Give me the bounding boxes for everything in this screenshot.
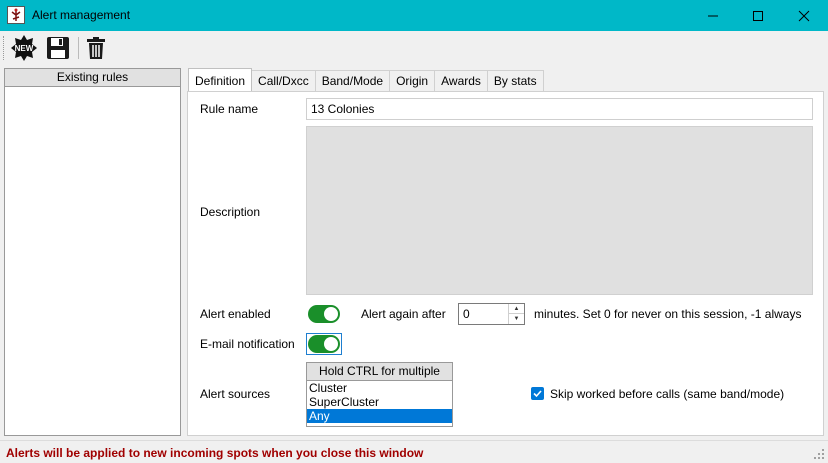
maximize-button[interactable] [735,0,781,31]
alert-sources-header: Hold CTRL for multiple [307,363,452,381]
email-notification-toggle[interactable] [306,333,342,355]
toolbar-separator [78,37,79,59]
alert-again-value[interactable]: 0 [463,307,470,321]
tab-origin[interactable]: Origin [389,70,436,91]
status-bar: Alerts will be applied to new incoming s… [0,440,828,463]
rule-name-label: Rule name [200,102,259,116]
minimize-button[interactable] [690,0,736,31]
toggle-knob [324,337,338,351]
source-item-supercluster[interactable]: SuperCluster [307,395,452,409]
toggle-switch [308,335,340,353]
delete-button[interactable] [82,34,110,62]
toggle-knob [324,307,338,321]
alert-enabled-label: Alert enabled [200,307,271,321]
save-button[interactable] [44,34,72,62]
spin-down-icon[interactable]: ▼ [509,314,524,324]
source-item-cluster[interactable]: Cluster [307,381,452,395]
description-label: Description [200,205,261,219]
new-rule-button[interactable]: NEW [10,34,38,62]
checkmark-icon [533,390,542,398]
skip-worked-label[interactable]: Skip worked before calls (same band/mode… [550,387,784,401]
spinbox-buttons: ▲ ▼ [508,304,524,324]
alert-again-label: Alert again after [361,307,446,321]
app-icon [7,6,25,24]
save-icon [47,37,69,59]
email-notification-label: E-mail notification [200,337,295,351]
tab-by-stats[interactable]: By stats [486,70,544,91]
status-message: Alerts will be applied to new incoming s… [6,446,424,460]
new-badge-icon: NEW [11,35,37,61]
tab-bar: Definition Call/Dxcc Band/Mode Origin Aw… [188,68,544,91]
alert-again-spinbox[interactable]: 0 ▲ ▼ [458,303,525,325]
existing-rules-header[interactable]: Existing rules [5,69,180,87]
source-item-any[interactable]: Any [307,409,452,423]
description-textarea[interactable] [306,126,813,295]
minutes-note: minutes. Set 0 for never on this session… [534,307,802,321]
tab-awards[interactable]: Awards [434,70,488,91]
alert-sources-label: Alert sources [200,387,271,401]
window-title: Alert management [32,8,131,22]
skip-worked-checkbox[interactable] [531,387,544,400]
tab-band-mode[interactable]: Band/Mode [314,70,391,91]
alert-enabled-toggle[interactable] [306,303,342,325]
rule-name-input[interactable]: 13 Colonies [306,98,813,120]
toggle-switch [308,305,340,323]
tab-definition[interactable]: Definition [188,68,253,91]
trash-icon [87,37,105,59]
title-bar[interactable]: Alert management [0,0,828,31]
tab-call-dxcc[interactable]: Call/Dxcc [251,70,316,91]
toolbar: NEW [0,31,828,65]
resize-grip-icon[interactable] [813,448,825,460]
toolbar-grip[interactable] [3,36,6,60]
existing-rules-list[interactable]: Existing rules [4,68,181,436]
new-badge-label: NEW [15,44,34,53]
alert-sources-list[interactable]: Hold CTRL for multiple Cluster SuperClus… [306,362,453,427]
close-button[interactable] [781,0,827,31]
spin-up-icon[interactable]: ▲ [509,304,524,314]
